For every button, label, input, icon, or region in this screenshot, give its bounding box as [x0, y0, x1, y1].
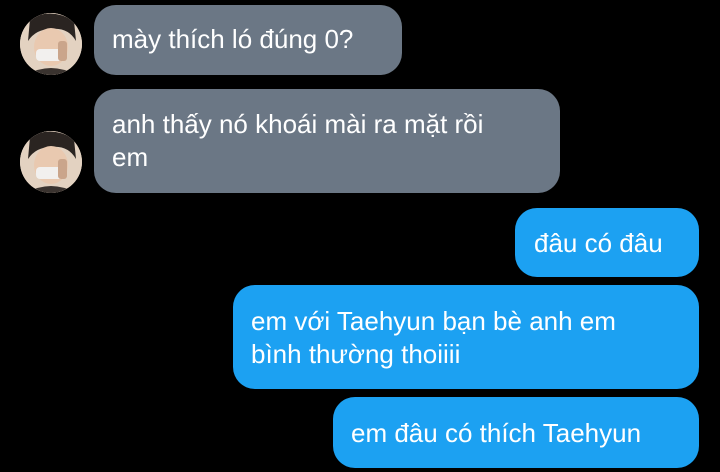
- message-bubble-incoming[interactable]: mày thích ló đúng 0?: [94, 5, 402, 75]
- avatar-photo: [20, 131, 82, 193]
- message-text-line: anh thấy nó khoái mài ra mặt rồi: [112, 109, 484, 139]
- message-bubble-outgoing[interactable]: đâu có đâu: [515, 208, 699, 277]
- sender-avatar[interactable]: [20, 131, 82, 193]
- message-bubble-incoming[interactable]: anh thấy nó khoái mài ra mặt rồi em: [94, 89, 560, 193]
- message-text-line: em với Taehyun bạn bè anh em: [251, 306, 616, 336]
- message-text: đâu có đâu: [534, 228, 663, 258]
- message-bubble-outgoing[interactable]: em với Taehyun bạn bè anh em bình thường…: [233, 285, 699, 389]
- message-bubble-outgoing[interactable]: em đâu có thích Taehyun: [333, 397, 699, 468]
- sender-avatar[interactable]: [20, 13, 82, 75]
- message-text: mày thích ló đúng 0?: [112, 24, 354, 54]
- message-text: em đâu có thích Taehyun: [351, 418, 642, 448]
- avatar-photo: [20, 13, 82, 75]
- message-text-line: bình thường thoiiii: [251, 339, 461, 369]
- message-text-line: em: [112, 142, 149, 172]
